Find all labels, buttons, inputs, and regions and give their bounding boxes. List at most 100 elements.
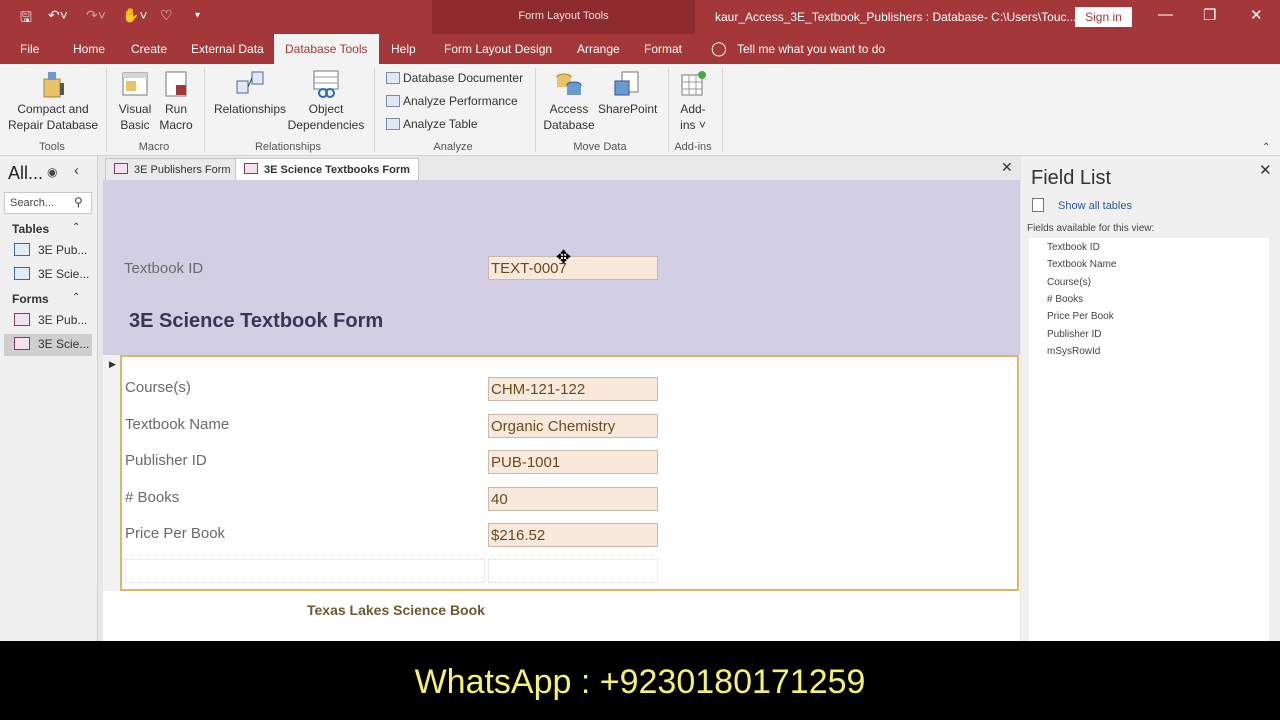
access-label-1: Access [549, 102, 589, 116]
collapse-forms-icon[interactable]: ⌃ [72, 292, 80, 303]
access-database-button[interactable]: Access Database [541, 69, 597, 133]
tell-me-search[interactable]: Tell me what you want to do [737, 42, 885, 56]
access-database-icon [554, 69, 584, 99]
field-item[interactable]: Publisher ID [1047, 329, 1101, 340]
nav-item-form-science[interactable]: 3E Scie... [4, 334, 92, 356]
nav-forms-header[interactable]: Forms [12, 292, 49, 306]
doc-tab-publishers-form[interactable]: 3E Publishers Form [105, 158, 240, 180]
group-separator [668, 68, 669, 152]
objdep-label-1: Object [308, 102, 344, 116]
sharepoint-button[interactable]: SharePoint [598, 69, 657, 117]
save-icon[interactable]: 🖫 [20, 7, 32, 31]
textbook-name-field[interactable]: Organic Chemistry [488, 414, 658, 438]
analyze-performance-button[interactable]: Analyze Performance [386, 94, 518, 108]
search-icon[interactable]: ⚲ [74, 195, 83, 209]
field-list-title: Field List [1031, 167, 1112, 189]
field-item[interactable]: Course(s) [1047, 277, 1091, 288]
nav-item-table-publishers[interactable]: 3E Pub... [4, 240, 92, 262]
courses-field[interactable]: CHM-121-122 [488, 377, 658, 401]
undo-icon[interactable]: ↶˅ [48, 7, 68, 24]
touch-mode-icon[interactable]: ✋˅ [122, 7, 148, 24]
tab-format[interactable]: Format [644, 42, 682, 56]
show-all-tables-link[interactable]: Show all tables [1058, 200, 1132, 212]
nav-pane-title[interactable]: All... [8, 163, 43, 184]
sign-in-button[interactable]: Sign in [1075, 7, 1132, 27]
run-macro-icon [161, 69, 191, 99]
tab-external-data[interactable]: External Data [191, 42, 264, 56]
tab-home[interactable]: Home [73, 42, 105, 56]
visual-basic-icon [120, 69, 150, 99]
addins-label-2: ins ˅ [680, 118, 706, 132]
nav-item-label: 3E Scie... [38, 267, 90, 281]
price-per-book-label: Price Per Book [125, 525, 226, 542]
nav-item-table-science[interactable]: 3E Scie... [4, 264, 92, 286]
collapse-tables-icon[interactable]: ⌃ [72, 222, 80, 233]
watermark-text: WhatsApp : +9230180171259 [414, 663, 866, 701]
nav-tables-header[interactable]: Tables [12, 222, 49, 236]
group-move-data-label: Move Data [573, 141, 627, 153]
minimize-icon[interactable]: — [1158, 6, 1173, 23]
nav-item-form-publishers[interactable]: 3E Pub... [4, 310, 92, 332]
close-document-icon[interactable]: ✕ [1001, 159, 1013, 176]
doc-tab-science-form[interactable]: 3E Science Textbooks Form [235, 158, 419, 180]
add-ins-icon [678, 69, 708, 99]
object-dependencies-icon [311, 69, 341, 99]
group-analyze-label: Analyze [433, 141, 473, 153]
customize-icon[interactable]: ♡ [160, 7, 173, 24]
group-add-ins-label: Add-ins [674, 141, 712, 153]
tab-help[interactable]: Help [391, 42, 416, 56]
sharepoint-icon [612, 69, 642, 99]
publisher-id-field[interactable]: PUB-1001 [488, 450, 658, 474]
tab-database-tools[interactable]: Database Tools [274, 34, 379, 65]
close-icon[interactable]: ✕ [1259, 161, 1272, 179]
visual-basic-button[interactable]: Visual Basic [114, 69, 156, 133]
empty-layout-cell[interactable] [488, 559, 658, 583]
table-icon [14, 243, 30, 256]
field-item[interactable]: Textbook ID [1047, 242, 1100, 253]
current-record-icon: ▶ [109, 359, 116, 369]
collapse-ribbon-icon[interactable]: ⌃ [1262, 142, 1270, 153]
close-icon[interactable]: ✕ [1250, 6, 1263, 24]
relationships-button[interactable]: Relationships [212, 69, 288, 117]
price-per-book-field[interactable]: $216.52 [488, 523, 658, 547]
empty-layout-cell[interactable] [125, 559, 485, 583]
textbook-id-field[interactable]: TEXT-0007 [488, 256, 658, 280]
field-item[interactable]: mSysRowId [1047, 346, 1100, 357]
run-label-2: Macro [159, 118, 193, 132]
field-item[interactable]: Textbook Name [1047, 259, 1116, 270]
restore-icon[interactable]: ❐ [1203, 6, 1216, 24]
num-books-field[interactable]: 40 [488, 487, 658, 511]
tab-create[interactable]: Create [131, 42, 167, 56]
tab-arrange[interactable]: Arrange [577, 42, 620, 56]
vb-label-1: Visual [118, 102, 152, 116]
compact-label-2: Repair Database [7, 118, 99, 132]
shutter-bar-icon[interactable]: ‹ [74, 162, 79, 179]
navigation-pane: All... ◉ ‹ Search... ⚲ Tables ⌃ 3E Pub..… [0, 156, 98, 641]
object-dependencies-button[interactable]: Object Dependencies [287, 69, 365, 133]
tab-file[interactable]: File [20, 42, 39, 56]
qat-dropdown-icon[interactable]: ▾ [195, 10, 200, 21]
ribbon: Compact and Repair Database Tools Visual… [0, 64, 1280, 156]
form-icon [244, 163, 258, 174]
redo-icon[interactable]: ↷˅ [86, 7, 106, 24]
form-title: 3E Science Textbook Form [129, 310, 384, 332]
compact-label-1: Compact and [17, 102, 89, 116]
add-ins-button[interactable]: Add- ins ˅ [674, 69, 712, 133]
field-item[interactable]: # Books [1047, 294, 1083, 305]
field-item[interactable]: Price Per Book [1047, 311, 1114, 322]
doc-tab-label: 3E Science Textbooks Form [264, 164, 410, 176]
database-documenter-button[interactable]: Database Documenter [386, 71, 523, 85]
group-separator [374, 68, 375, 152]
group-separator [204, 68, 205, 152]
objdep-label-2: Dependencies [287, 118, 365, 132]
record-selector[interactable]: ▶ [103, 355, 120, 591]
tab-form-layout-design[interactable]: Form Layout Design [444, 42, 552, 56]
analyze-table-button[interactable]: Analyze Table [386, 117, 478, 131]
doc-tab-label: 3E Publishers Form [134, 164, 231, 176]
relationships-icon [235, 69, 265, 99]
lightbulb-icon: ◯ [711, 40, 727, 56]
compact-repair-button[interactable]: Compact and Repair Database [6, 69, 100, 133]
run-macro-button[interactable]: Run Macro [158, 69, 194, 133]
form-icon [114, 163, 128, 174]
nav-dropdown-icon[interactable]: ◉ [47, 165, 57, 179]
